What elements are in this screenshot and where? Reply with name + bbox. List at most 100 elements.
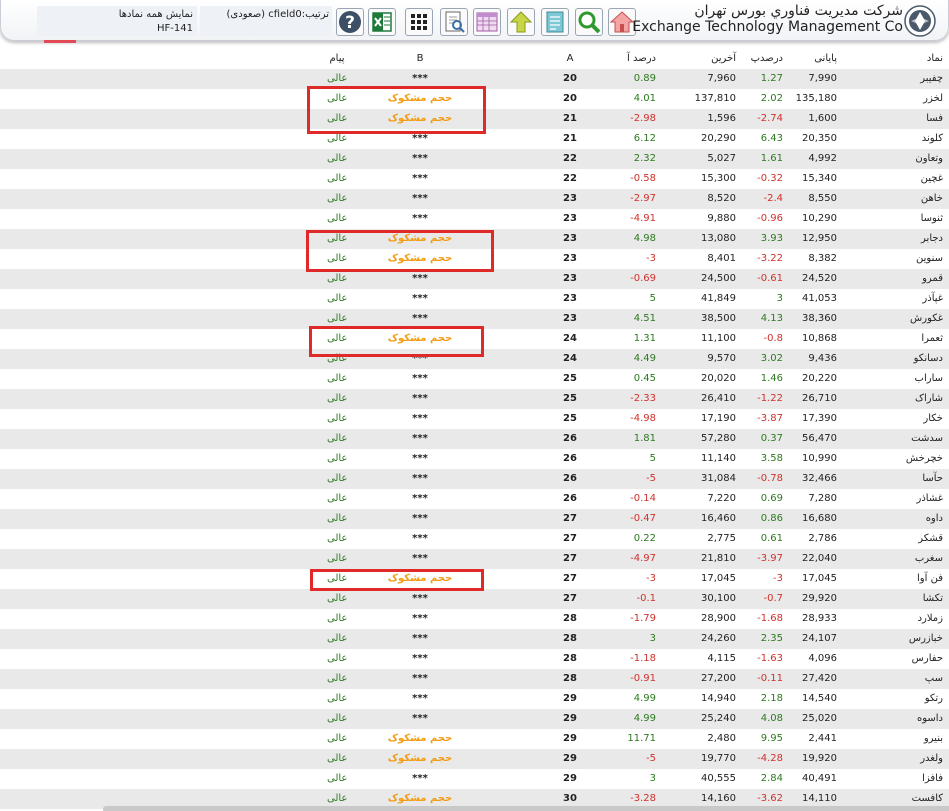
help-button[interactable]: ? <box>336 8 364 36</box>
table-row[interactable]: عالی *** 29 4.99 25,240 4.08 25,020 داسوه <box>0 709 949 729</box>
symbol-cell[interactable]: زملارد <box>918 609 943 629</box>
header-symbol[interactable]: نماد <box>927 49 943 69</box>
symbol-cell[interactable]: حفارس <box>912 649 943 669</box>
symbol-cell[interactable]: سپ <box>925 669 943 689</box>
table-row[interactable]: عالی *** 26 -5 31,084 -0.78 32,466 حآسا <box>0 469 949 489</box>
header-message[interactable]: پیام <box>327 49 347 69</box>
symbol-cell[interactable]: قشکر <box>918 529 943 549</box>
symbol-cell[interactable]: بنیرو <box>924 729 943 749</box>
table-row[interactable]: عالی *** 25 -4.98 17,190 -3.87 17,390 خکار <box>0 409 949 429</box>
symbol-cell[interactable]: رتکو <box>925 689 943 709</box>
symbol-cell[interactable]: وتعاون <box>915 149 943 169</box>
table-row[interactable]: عالی *** 28 -1.18 4,115 -1.63 4,096 حفارس <box>0 649 949 669</box>
table-row[interactable]: عالی حجم مشکوک 29 -5 19,770 -4.28 19,920 ولغدر <box>0 749 949 769</box>
header-a[interactable]: A <box>556 49 584 69</box>
symbol-cell[interactable]: ثعمرا <box>921 329 943 349</box>
message-cell: عالی <box>327 633 348 644</box>
symbol-cell[interactable]: قمرو <box>922 269 943 289</box>
a-cell: 22 <box>563 173 577 184</box>
table-row[interactable]: عالی *** 23 -2.97 8,520 -2.4 8,550 خاهن <box>0 189 949 209</box>
table-row[interactable]: عالی *** 23 5 41,849 3 41,053 غپآذر <box>0 289 949 309</box>
a-cell: 23 <box>563 193 577 204</box>
table-row[interactable]: عالی *** 25 -2.33 26,410 -1.22 26,710 شاراک <box>0 389 949 409</box>
header-last-pct[interactable]: درصد آ <box>615 49 656 69</box>
table-row[interactable]: عالی *** 27 -4.97 21,810 -3.97 22,040 سغرب <box>0 549 949 569</box>
symbol-cell[interactable]: غشاذر <box>917 489 943 509</box>
symbol-cell[interactable]: داوه <box>926 509 943 529</box>
excel-export-button[interactable] <box>368 8 396 36</box>
symbol-cell[interactable]: لخزر <box>923 89 943 109</box>
table-row[interactable]: عالی *** 29 4.99 14,940 2.18 14,540 رتکو <box>0 689 949 709</box>
close-pct-cell: 3.58 <box>760 453 783 464</box>
table-row[interactable]: عالی *** 26 -0.14 7,220 0.69 7,280 غشاذر <box>0 489 949 509</box>
close-pct-cell: 2.02 <box>760 93 783 104</box>
table-row[interactable]: عالی *** 25 0.45 20,020 1.46 20,220 ساراب <box>0 369 949 389</box>
table-row[interactable]: عالی *** 23 -4.91 9,880 -0.96 10,290 ثنوسا <box>0 209 949 229</box>
table-row[interactable]: عالی *** 28 -0.91 27,200 -0.11 27,420 سپ <box>0 669 949 689</box>
close-pct-cell: 3.02 <box>760 353 783 364</box>
table-row[interactable]: عالی *** 28 3 24,260 2.35 24,107 خبازرس <box>0 629 949 649</box>
symbol-cell[interactable]: کلوند <box>922 129 943 149</box>
close-cell: 41,053 <box>802 293 837 304</box>
symbol-cell[interactable]: فن آوا <box>917 569 943 589</box>
header-close[interactable]: پایانی <box>795 49 837 69</box>
table-row[interactable]: عالی *** 27 0.22 2,775 0.61 2,786 قشکر <box>0 529 949 549</box>
header-last[interactable]: آخرین <box>694 49 736 69</box>
table-row[interactable]: عالی *** 23 -0.69 24,500 -0.61 24,520 قمرو <box>0 269 949 289</box>
symbol-cell[interactable]: حآسا <box>922 469 943 489</box>
symbol-cell[interactable]: سنوین <box>916 249 943 269</box>
table-row[interactable]: عالی *** 29 3 40,555 2.84 40,491 فافزا <box>0 769 949 789</box>
symbol-cell[interactable]: داسوه <box>917 709 943 729</box>
symbol-cell[interactable]: خچرخش <box>906 449 943 469</box>
symbol-cell[interactable]: دجابر <box>921 229 943 249</box>
symbol-cell[interactable]: چفیبر <box>920 69 943 89</box>
symbol-cell[interactable]: ولغدر <box>920 749 943 769</box>
symbol-cell[interactable]: خکار <box>923 409 943 429</box>
sort-box: ترتیب:cfield0 (صعودی) <box>200 6 332 36</box>
symbol-cell[interactable]: فافزا <box>922 769 943 789</box>
show-all-symbols-label[interactable]: نمایش همه نمادها <box>119 9 193 20</box>
table-row[interactable]: عالی *** 28 -1.79 28,900 -1.68 28,933 زملارد <box>0 609 949 629</box>
symbol-cell[interactable]: ثنوسا <box>921 209 943 229</box>
table-view-button[interactable] <box>473 8 501 36</box>
table-row[interactable]: عالی حجم مشکوک 29 11.71 2,480 9.95 2,441 بنیرو <box>0 729 949 749</box>
symbol-cell[interactable]: شاراک <box>915 389 943 409</box>
table-row[interactable]: عالی *** 26 1.81 57,280 0.37 56,470 سدشت <box>0 429 949 449</box>
horizontal-scrollbar[interactable] <box>103 806 949 811</box>
message-cell: عالی <box>327 213 348 224</box>
message-cell: عالی <box>327 593 348 604</box>
a-cell: 29 <box>563 753 577 764</box>
notes-button[interactable] <box>541 8 569 36</box>
symbol-cell[interactable]: دسانکو <box>914 349 943 369</box>
symbol-cell[interactable]: خبازرس <box>909 629 943 649</box>
symbol-cell[interactable]: غپآذر <box>922 289 943 309</box>
upload-button[interactable] <box>507 8 535 36</box>
print-preview-button[interactable] <box>440 8 468 36</box>
grid-view-button[interactable] <box>405 8 433 36</box>
symbol-cell[interactable]: غچین <box>921 169 943 189</box>
a-cell: 22 <box>563 153 577 164</box>
table-row[interactable]: عالی *** 22 -0.58 15,300 -0.32 15,340 غچین <box>0 169 949 189</box>
symbol-cell[interactable]: سدشت <box>911 429 943 449</box>
close-pct-cell: -1.22 <box>757 393 783 404</box>
symbol-cell[interactable]: تکشا <box>923 589 943 609</box>
symbol-cell[interactable]: سغرب <box>915 549 943 569</box>
symbol-cell[interactable]: خاهن <box>921 189 943 209</box>
symbol-cell[interactable]: فسا <box>926 109 943 129</box>
a-cell: 23 <box>563 213 577 224</box>
table-row[interactable]: عالی *** 27 -0.47 16,460 0.86 16,680 داوه <box>0 509 949 529</box>
header-close-pct[interactable]: درصدپ <box>745 49 783 69</box>
table-row[interactable]: عالی *** 22 2.32 5,027 1.61 4,992 وتعاون <box>0 149 949 169</box>
search-button[interactable] <box>575 8 603 36</box>
close-cell: 20,220 <box>802 373 837 384</box>
header-b[interactable]: B <box>375 49 465 69</box>
report-code: HF-141 <box>157 23 193 34</box>
symbol-cell[interactable]: غکورش <box>910 309 943 329</box>
last-pct-cell: -0.14 <box>630 493 656 504</box>
table-row[interactable]: عالی *** 27 -0.1 30,100 -0.7 29,920 تکشا <box>0 589 949 609</box>
last-cell: 41,849 <box>701 293 736 304</box>
symbol-cell[interactable]: ساراب <box>915 369 943 389</box>
svg-text:?: ? <box>345 13 355 33</box>
sort-label[interactable]: ترتیب:cfield0 (صعودی) <box>227 9 329 20</box>
table-row[interactable]: عالی *** 26 5 11,140 3.58 10,990 خچرخش <box>0 449 949 469</box>
